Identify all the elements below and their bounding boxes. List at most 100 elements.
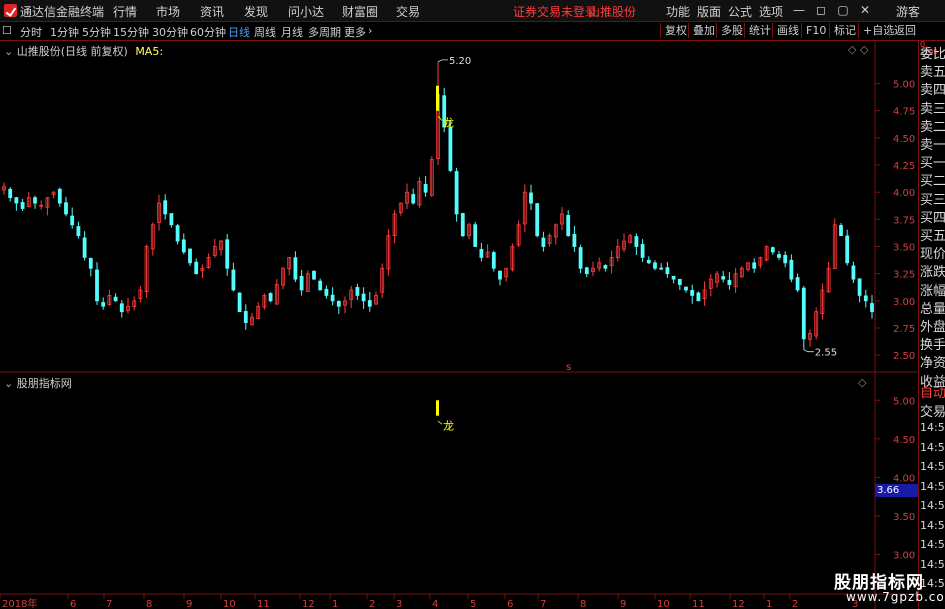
menu-item-banmian[interactable]: 版面 [697, 3, 721, 20]
menu-item-xuanxiang[interactable]: 选项 [759, 3, 783, 20]
quote-label-20: 交易 [920, 405, 945, 420]
tool-tongji[interactable]: 统计 [744, 23, 775, 38]
tab-1min[interactable]: 1分钟 [50, 24, 79, 40]
tool-diejia[interactable]: 叠加 [688, 23, 719, 38]
tab-5min[interactable]: 5分钟 [82, 24, 111, 40]
menu-item-gongneng[interactable]: 功能 [666, 3, 690, 20]
candle-body [33, 197, 37, 204]
candle-body [529, 192, 533, 204]
panel-options-icon[interactable]: ◇ ◇ [848, 43, 868, 56]
tool-back[interactable]: 返回 [889, 23, 920, 38]
candle-body [863, 295, 868, 302]
candle-body [845, 235, 850, 264]
candle-body [82, 237, 87, 258]
x-tick-label: 12 [732, 599, 745, 609]
quote-label-13: 涨幅 [920, 283, 945, 299]
quote-label-15: 外盘 [920, 320, 945, 335]
close-icon[interactable]: ✕ [856, 2, 874, 18]
quote-label-0: 委比 [920, 47, 945, 62]
menu-item-caifuquan[interactable]: 财富圈 [342, 3, 378, 20]
tab-weekly[interactable]: 周线 [254, 24, 276, 40]
tool-f10[interactable]: F10 [801, 23, 830, 38]
candle-body [88, 257, 93, 269]
candle-body [20, 202, 25, 209]
candle-body [783, 254, 788, 264]
menu-item-jiaoyi[interactable]: 交易 [396, 3, 420, 20]
trade-status[interactable]: 证券交易未登录 [513, 3, 597, 20]
trade-time-6: 14:56 [920, 538, 945, 551]
candle-body [367, 300, 372, 307]
maximize-icon[interactable]: ▢ [834, 2, 852, 18]
sub-y-tick-label: 3.00 [893, 550, 915, 561]
watermark-url: www.7gpzb.com [846, 590, 945, 604]
tab-30min[interactable]: 30分钟 [152, 24, 188, 40]
candle-body [76, 226, 81, 237]
candle-body [169, 213, 174, 226]
menu-item-shichang[interactable]: 市场 [156, 3, 180, 20]
menu-item-wenxiaoda[interactable]: 问小达 [288, 3, 324, 20]
menu-item-zixun[interactable]: 资讯 [200, 3, 224, 20]
menu-item-faxian[interactable]: 发现 [244, 3, 268, 20]
tab-15min[interactable]: 15分钟 [113, 24, 149, 40]
current-price-tag: 3.66 [875, 484, 919, 497]
main-y-tick-label: 4.00 [893, 188, 915, 199]
chart-area[interactable]: 5.00 4.75 4.50 4.25 4.00 3.75 3.50 3.25 3.00 2.75… [0, 41, 918, 609]
main-panel-header: ⌄ 山推股份(日线 前复权) MA5: [4, 43, 163, 59]
s-marker: s [566, 362, 571, 373]
x-tick-label: 12 [302, 599, 315, 609]
sub-panel-options-icon[interactable]: ◇ [858, 376, 866, 389]
tab-more[interactable]: 更多 [344, 24, 366, 40]
quote-label-19: 自动 [920, 386, 945, 401]
candle-body [870, 303, 874, 313]
tab-60min[interactable]: 60分钟 [190, 24, 226, 40]
candle-body [566, 214, 571, 237]
candle-body [584, 267, 589, 275]
candle-body [8, 188, 13, 199]
minimize-icon[interactable]: — [790, 2, 808, 18]
candle-body [696, 292, 701, 302]
collapse-icon[interactable]: ☐ [2, 24, 12, 37]
tab-daily[interactable]: 日线 [228, 24, 250, 40]
candle-body [659, 267, 664, 270]
x-tick-label: 1 [766, 599, 772, 609]
quote-side-panel: 0. 1000 委比 卖五 卖四 卖三 卖二 卖一 买一 买二 买三 买四 买五 现价 涨跌 涨幅 总量 外盘… [918, 41, 945, 609]
candle-body [355, 287, 360, 296]
period-toolbar: ☐ 分时 1分钟 5分钟 15分钟 30分钟 60分钟 日线 周线 月线 多周期… [0, 22, 945, 41]
menu-item-gongshi[interactable]: 公式 [728, 3, 752, 20]
x-tick-label: 10 [223, 599, 236, 609]
candle-body [64, 202, 68, 215]
x-tick-label: 2 [792, 599, 798, 609]
quote-label-4: 卖二 [920, 119, 945, 135]
x-tick-label: 6 [507, 599, 513, 609]
app-title: 通达信金融终端 [20, 5, 105, 19]
candle-body [473, 224, 478, 247]
chevron-down-icon[interactable]: ⌄ [4, 45, 13, 58]
quote-label-2: 卖四 [920, 83, 945, 99]
x-tick-label: 5 [470, 599, 476, 609]
chevron-right-icon[interactable]: › [368, 24, 372, 37]
quote-label-16: 换手 [920, 338, 945, 354]
candle-body [163, 200, 168, 215]
candle-body [572, 233, 577, 247]
tool-biaoji[interactable]: 标记 [829, 23, 860, 38]
guest-button[interactable]: 游客 [896, 3, 920, 20]
tab-multi-period[interactable]: 多周期 [308, 24, 341, 40]
high-pointer [437, 59, 448, 63]
candle-body [578, 247, 583, 269]
restore-icon[interactable]: ◻ [812, 2, 830, 18]
chevron-down-icon[interactable]: ⌄ [4, 377, 13, 390]
sub-y-tick-label: 4.50 [893, 435, 915, 446]
tool-huaxian[interactable]: 画线 [772, 23, 803, 38]
tool-fuquan[interactable]: 复权 [660, 23, 691, 38]
tab-monthly[interactable]: 月线 [281, 24, 303, 40]
tab-fenshi[interactable]: 分时 [20, 24, 42, 40]
candle-body [101, 302, 106, 307]
candle-body [312, 270, 316, 280]
candle-body [801, 287, 806, 340]
tool-duogu[interactable]: 多股 [716, 23, 747, 38]
main-y-tick-label: 4.25 [893, 161, 915, 172]
menu-item-hangqing[interactable]: 行情 [113, 3, 137, 20]
low-label: 2.55 [815, 348, 837, 359]
quote-label-11: 现价 [920, 247, 945, 263]
x-tick-label: 3 [396, 599, 402, 609]
